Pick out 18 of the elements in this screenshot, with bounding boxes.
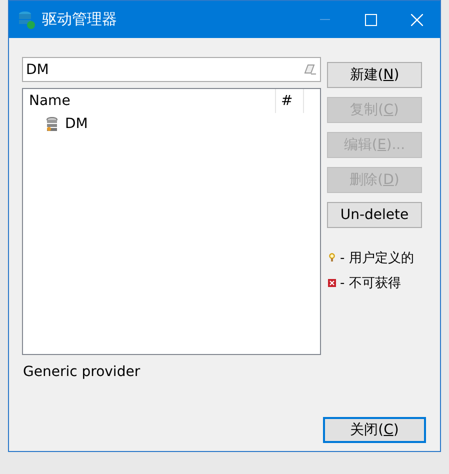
list-item[interactable]: DM (65, 116, 88, 132)
legend-text: - 用户定义的 (340, 250, 414, 266)
window-title: 驱动管理器 (42, 10, 118, 29)
maximize-icon[interactable] (365, 14, 377, 26)
driver-description: Generic provider (22, 364, 142, 380)
error-icon (328, 278, 336, 286)
database-icon (46, 116, 59, 132)
bulb-icon (329, 253, 335, 262)
action-button[interactable]: Un-delete (327, 202, 422, 228)
eraser-icon[interactable] (304, 64, 316, 75)
action-button[interactable]: 新建(N) (327, 62, 422, 88)
database-icon (18, 10, 36, 30)
column-header[interactable]: Name (23, 89, 276, 113)
legend-text: - 不可获得 (340, 274, 401, 292)
close-button[interactable]: 关闭(C) (323, 417, 426, 443)
search-field[interactable]: DM (22, 57, 321, 82)
column-header[interactable]: # (276, 89, 304, 113)
close-icon[interactable] (411, 14, 423, 26)
